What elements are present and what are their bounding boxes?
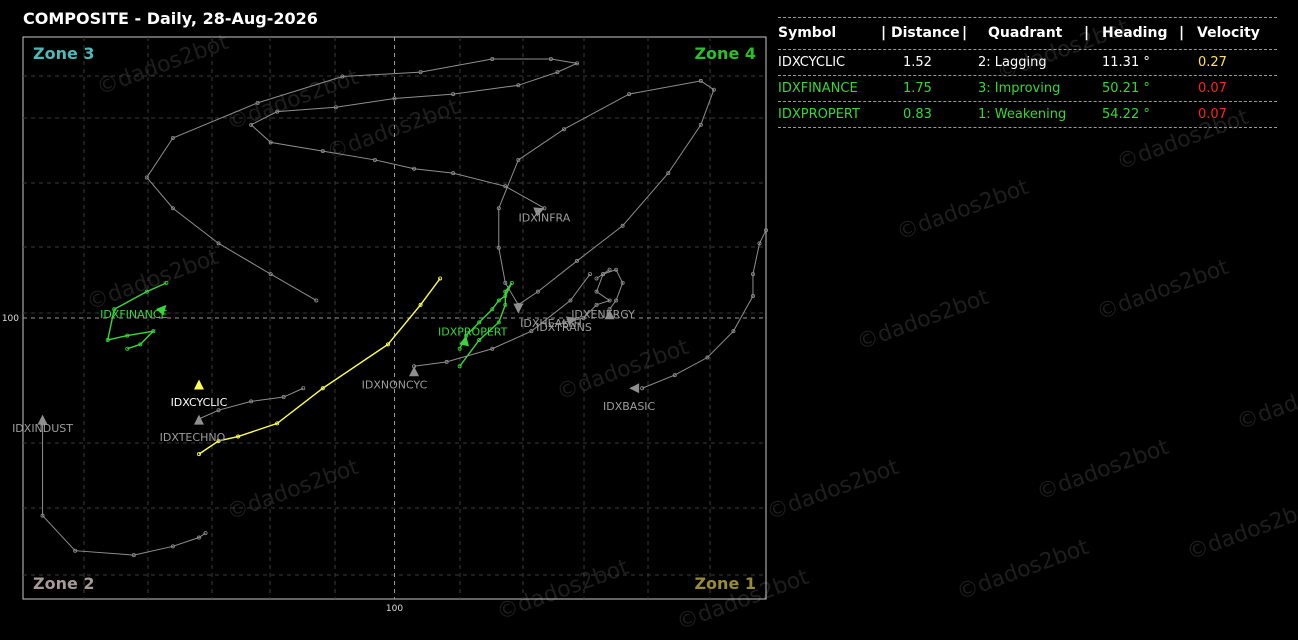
- header-symbol: Symbol: [778, 25, 837, 41]
- cell-velocity: 0.07: [1198, 81, 1227, 96]
- table-row[interactable]: IDXFINANCE 1.75 3: Improving 50.21 ° 0.0…: [778, 76, 1277, 102]
- cell-symbol: IDXCYCLIC: [778, 55, 846, 70]
- zone-label: Zone 2: [33, 574, 95, 593]
- trail-line: [198, 278, 441, 455]
- table-row[interactable]: IDXPROPERT 0.83 1: Weakening 54.22 ° 0.0…: [778, 102, 1277, 128]
- header-velocity: Velocity: [1197, 25, 1260, 41]
- trail-arrowhead: [513, 303, 524, 314]
- series-label: IDXENERGY: [571, 308, 635, 321]
- header-heading: Heading: [1102, 25, 1168, 41]
- cell-heading: 54.22 °: [1102, 107, 1150, 122]
- rrg-table: Symbol | Distance | Quadrant | Heading |…: [778, 17, 1277, 128]
- header-quadrant: Quadrant: [988, 25, 1063, 41]
- series-label: IDXBASIC: [603, 400, 656, 413]
- cell-heading: 50.21 °: [1102, 81, 1150, 96]
- cell-heading: 11.31 °: [1102, 55, 1150, 70]
- y-tick-label: 100: [2, 314, 19, 324]
- zone-label: Zone 4: [694, 44, 756, 63]
- trail-line: [498, 80, 715, 306]
- series-idxhealth: IDXHEALTH: [496, 78, 716, 330]
- trail-arrowhead: [193, 379, 204, 390]
- cell-quadrant: 3: Improving: [978, 81, 1061, 96]
- header-distance: Distance: [891, 25, 960, 41]
- watermark-text: ©dados2bot: [1184, 495, 1298, 566]
- watermark-text: ©dados2bot: [894, 175, 1033, 246]
- watermark-text: ©dados2bot: [1234, 365, 1298, 436]
- cell-velocity: 0.27: [1198, 55, 1227, 70]
- series-label: IDXFINANCE: [100, 308, 167, 321]
- series-label: IDXCYCLIC: [171, 396, 228, 409]
- header-divider: |: [1179, 25, 1185, 41]
- watermark-text: ©dados2bot: [954, 535, 1093, 606]
- trail-arrowhead: [409, 366, 420, 377]
- trail-point: [588, 272, 593, 277]
- x-tick-label: 100: [386, 604, 403, 614]
- series-label: IDXTRANS: [536, 321, 592, 334]
- series-label: IDXINDUST: [12, 422, 73, 435]
- watermark-text: ©dados2bot: [84, 245, 223, 316]
- cell-symbol: IDXPROPERT: [778, 107, 860, 122]
- zone-label: Zone 1: [694, 574, 756, 593]
- watermark-text: ©dados2bot: [554, 335, 693, 406]
- watermark-text: ©dados2bot: [1094, 255, 1233, 326]
- cell-distance: 1.75: [903, 81, 932, 96]
- table-row[interactable]: IDXCYCLIC 1.52 2: Lagging 11.31 ° 0.27: [778, 50, 1277, 76]
- trail-point: [607, 267, 612, 272]
- series-label: IDXINFRA: [519, 211, 571, 224]
- watermark-text: ©dados2bot: [494, 555, 633, 626]
- series-idxcyclic: IDXCYCLIC: [171, 276, 443, 457]
- watermark-text: ©dados2bot: [854, 285, 993, 356]
- header-divider: |: [1084, 25, 1090, 41]
- cell-quadrant: 2: Lagging: [978, 55, 1047, 70]
- watermark-text: ©dados2bot: [224, 455, 363, 526]
- cell-symbol: IDXFINANCE: [778, 81, 858, 96]
- cell-velocity: 0.07: [1198, 107, 1227, 122]
- series-label: IDXNONCYC: [362, 378, 428, 391]
- trail-arrowhead: [629, 383, 640, 394]
- series-label: IDXPROPERT: [438, 326, 508, 339]
- zone-label: Zone 3: [33, 44, 95, 63]
- table-header-row: Symbol | Distance | Quadrant | Heading |…: [778, 17, 1277, 50]
- cell-quadrant: 1: Weakening: [978, 107, 1067, 122]
- watermark-text: ©dados2bot: [1034, 435, 1173, 506]
- trail-arrowhead: [193, 414, 204, 425]
- cell-distance: 1.52: [903, 55, 932, 70]
- series-label: IDXTECHNO: [160, 431, 226, 444]
- series-idxpropert: IDXPROPERT: [438, 280, 514, 369]
- cell-distance: 0.83: [903, 107, 932, 122]
- header-divider: |: [881, 25, 887, 41]
- watermark-text: ©dados2bot: [764, 455, 903, 526]
- header-divider: |: [962, 25, 968, 41]
